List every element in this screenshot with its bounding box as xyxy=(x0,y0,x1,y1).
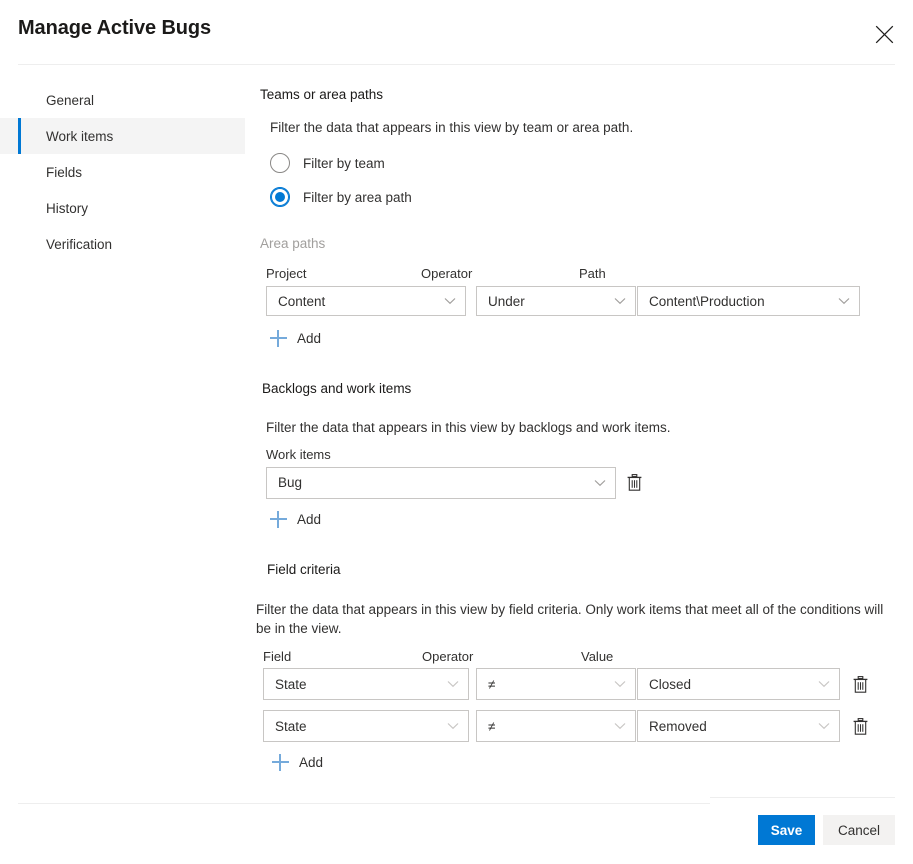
chevron-down-icon xyxy=(447,680,459,688)
plus-icon xyxy=(272,753,289,771)
work-item-type-value: Bug xyxy=(278,475,303,490)
dialog-header: Manage Active Bugs xyxy=(0,0,913,64)
field-criteria-row: State ≠ Removed xyxy=(260,710,900,742)
add-label: Add xyxy=(299,754,324,770)
area-path-path-dropdown[interactable]: Content\Production xyxy=(637,286,860,316)
chevron-down-icon xyxy=(818,722,830,730)
header-divider xyxy=(18,64,895,65)
footer-divider-right xyxy=(710,797,895,798)
area-path-project-value: Content xyxy=(278,293,326,309)
area-paths-group-label: Area paths xyxy=(260,236,326,251)
chevron-down-icon xyxy=(818,680,830,688)
chevron-down-icon xyxy=(447,722,459,730)
column-header-field: Field xyxy=(263,649,292,664)
add-label: Add xyxy=(297,330,322,346)
sidebar-item-fields[interactable]: Fields xyxy=(0,154,245,190)
page-title: Manage Active Bugs xyxy=(18,17,212,39)
field-criteria-value-dropdown[interactable]: Removed xyxy=(637,710,840,742)
plus-icon xyxy=(270,329,287,347)
chevron-down-icon xyxy=(838,297,850,305)
chevron-down-icon xyxy=(614,722,626,730)
field-criteria-operator-dropdown[interactable]: ≠ xyxy=(476,668,636,700)
field-criteria-section: Field criteria Filter the data that appe… xyxy=(256,561,900,776)
area-path-row: Content Under Content\Production xyxy=(260,286,900,316)
delete-field-criteria-button[interactable] xyxy=(850,715,870,737)
work-item-type-dropdown[interactable]: Bug xyxy=(266,466,616,499)
radio-checked-icon xyxy=(270,187,290,207)
column-header-value: Value xyxy=(581,649,614,664)
column-header-operator: Operator xyxy=(422,649,474,664)
trash-icon xyxy=(853,675,867,693)
manage-active-bugs-dialog: Manage Active Bugs General Work items Fi… xyxy=(0,0,913,864)
settings-nav: General Work items Fields History Verifi… xyxy=(0,82,245,262)
area-path-project-dropdown[interactable]: Content xyxy=(266,286,466,316)
plus-icon xyxy=(270,511,287,528)
add-work-item-button[interactable]: Add xyxy=(270,509,321,531)
trash-icon xyxy=(853,717,867,735)
sidebar-item-general[interactable]: General xyxy=(0,82,245,118)
radio-filter-by-area-path[interactable]: Filter by area path xyxy=(270,182,900,212)
sidebar-item-label: Verification xyxy=(46,236,113,252)
chevron-down-icon xyxy=(614,297,626,305)
field-criteria-field-dropdown[interactable]: State xyxy=(263,710,469,742)
work-items-panel: Teams or area paths Filter the data that… xyxy=(256,82,900,776)
save-button[interactable]: Save xyxy=(758,815,815,845)
backlogs-description: Filter the data that appears in this vie… xyxy=(266,419,671,435)
add-area-path-button[interactable]: Add xyxy=(270,327,321,349)
chevron-down-icon xyxy=(444,297,456,305)
field-criteria-field-value: State xyxy=(275,718,307,734)
sidebar-item-label: Fields xyxy=(46,164,83,180)
sidebar-item-label: History xyxy=(46,200,89,216)
work-item-row: Bug xyxy=(260,466,900,499)
cancel-button[interactable]: Cancel xyxy=(823,815,895,845)
teams-or-area-paths-section: Teams or area paths Filter the data that… xyxy=(260,86,900,352)
field-criteria-field-value: State xyxy=(275,676,307,692)
field-criteria-operator-dropdown[interactable]: ≠ xyxy=(476,710,636,742)
radio-filter-by-team[interactable]: Filter by team xyxy=(270,148,900,178)
field-criteria-value-value: Removed xyxy=(649,718,707,734)
field-criteria-title: Field criteria xyxy=(267,562,341,577)
backlogs-title: Backlogs and work items xyxy=(262,380,412,396)
column-header-operator: Operator xyxy=(421,266,473,281)
radio-label: Filter by area path xyxy=(303,189,412,205)
close-icon[interactable] xyxy=(864,14,904,54)
delete-work-item-button[interactable] xyxy=(624,472,644,494)
chevron-down-icon xyxy=(614,680,626,688)
sidebar-item-label: Work items xyxy=(46,128,114,144)
add-label: Add xyxy=(297,512,322,527)
field-criteria-operator-value: ≠ xyxy=(488,718,496,734)
area-path-operator-value: Under xyxy=(488,293,525,309)
chevron-down-icon xyxy=(594,479,606,487)
field-criteria-column-headers: Field Operator Value xyxy=(260,649,900,665)
sidebar-item-verification[interactable]: Verification xyxy=(0,226,245,262)
sidebar-item-work-items[interactable]: Work items xyxy=(0,118,245,154)
close-glyph xyxy=(875,25,893,43)
teams-or-area-paths-description: Filter the data that appears in this vie… xyxy=(270,120,634,135)
add-field-criteria-button[interactable]: Add xyxy=(272,751,323,773)
field-criteria-row: State ≠ Closed xyxy=(260,668,900,700)
radio-unchecked-icon xyxy=(270,153,290,173)
field-criteria-operator-value: ≠ xyxy=(488,676,496,692)
area-path-path-value: Content\Production xyxy=(649,293,765,309)
field-criteria-value-dropdown[interactable]: Closed xyxy=(637,668,840,700)
column-header-project: Project xyxy=(266,266,307,281)
field-criteria-description: Filter the data that appears in this vie… xyxy=(256,602,884,636)
area-paths-column-headers: Project Operator Path xyxy=(260,266,900,282)
sidebar-item-label: General xyxy=(46,92,95,108)
delete-field-criteria-button[interactable] xyxy=(850,673,870,695)
area-path-operator-dropdown[interactable]: Under xyxy=(476,286,636,316)
backlogs-and-work-items-section: Backlogs and work items Filter the data … xyxy=(260,380,900,534)
field-criteria-value-value: Closed xyxy=(649,676,692,692)
radio-label: Filter by team xyxy=(303,155,385,171)
trash-icon xyxy=(627,474,641,491)
footer-divider xyxy=(18,803,710,804)
field-criteria-field-dropdown[interactable]: State xyxy=(263,668,469,700)
sidebar-item-history[interactable]: History xyxy=(0,190,245,226)
column-header-path: Path xyxy=(579,266,606,281)
work-items-field-label: Work items xyxy=(266,446,331,462)
teams-or-area-paths-title: Teams or area paths xyxy=(260,87,384,102)
